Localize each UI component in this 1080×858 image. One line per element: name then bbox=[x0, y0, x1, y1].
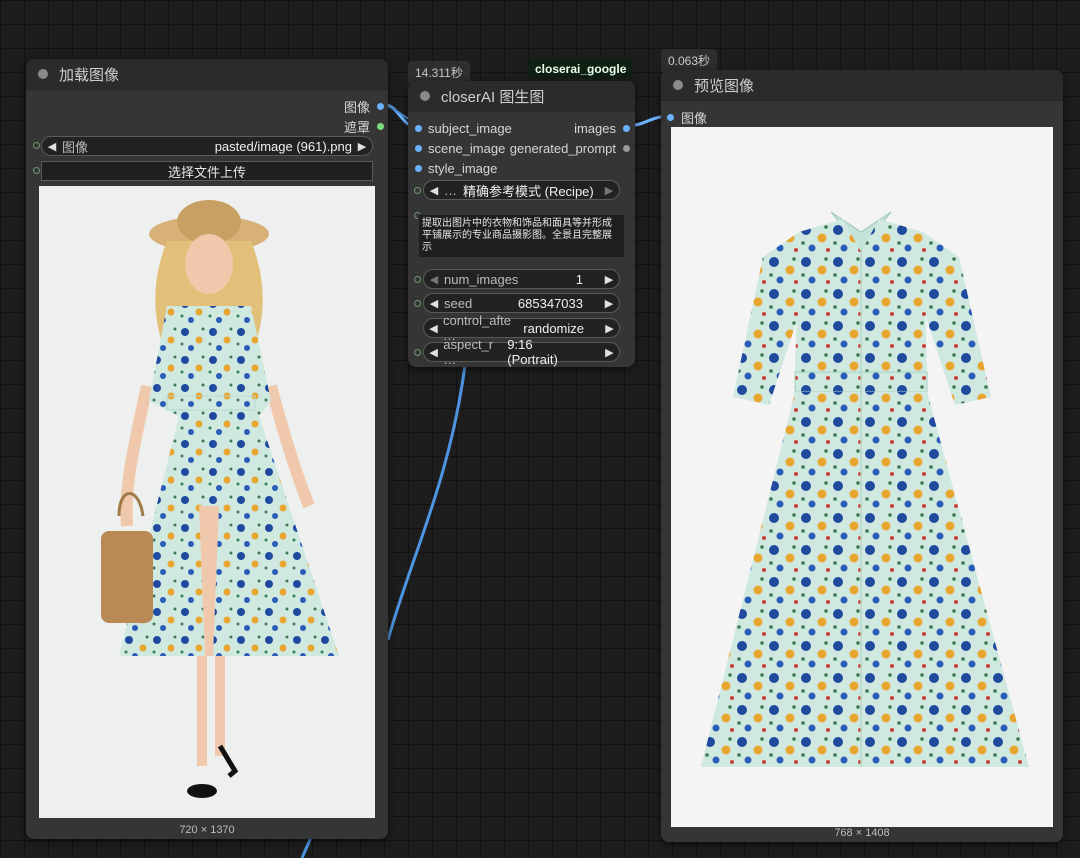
output-image-dot-icon[interactable] bbox=[377, 103, 384, 110]
loaded-image-preview bbox=[39, 186, 375, 818]
input-scene-image-label: scene_image bbox=[428, 141, 506, 156]
input-subject-image-label: subject_image bbox=[428, 121, 512, 136]
mode-value: 精确参考模式 (Recipe) bbox=[463, 183, 594, 199]
preview-image-node[interactable]: 预览图像 图像 768 × 1408 bbox=[661, 70, 1063, 842]
image-widget-input-dot-icon[interactable] bbox=[33, 142, 40, 149]
image-select-widget[interactable]: ◀ 图像 pasted/image (961).png ▶ bbox=[41, 136, 373, 156]
decrement-arrow-icon[interactable]: ◀ bbox=[424, 297, 444, 310]
seed-widget[interactable]: ◀ seed 685347033 ▶ bbox=[423, 293, 620, 313]
num-images-input-dot-icon[interactable] bbox=[414, 276, 421, 283]
output-prompt-label: generated_prompt bbox=[509, 141, 616, 156]
prev-arrow-icon[interactable]: ◀ bbox=[42, 140, 62, 153]
upload-button[interactable]: 选择文件上传 bbox=[41, 161, 373, 181]
next-arrow-icon[interactable]: ▶ bbox=[599, 184, 619, 197]
output-dot-icon[interactable] bbox=[623, 145, 630, 152]
num-images-value: 1 bbox=[575, 271, 583, 287]
num-images-label: num_images bbox=[444, 271, 519, 287]
output-prompt-slot[interactable]: generated_prompt bbox=[510, 141, 630, 156]
load-image-node[interactable]: 加载图像 图像 遮罩 ◀ 图像 pasted/image (961).png ▶… bbox=[26, 59, 388, 839]
aspect-ratio-value: 9:16 (Portrait) bbox=[507, 337, 558, 367]
upload-input-dot-icon[interactable] bbox=[33, 167, 40, 174]
closer-tag-badge: closerai_google bbox=[528, 59, 634, 79]
next-arrow-icon[interactable]: ▶ bbox=[352, 140, 372, 153]
input-dot-icon[interactable] bbox=[415, 125, 422, 132]
load-image-title: 加载图像 bbox=[59, 66, 120, 84]
input-style-image-label: style_image bbox=[428, 161, 498, 176]
image-select-value: pasted/image (961).png bbox=[214, 138, 352, 154]
prev-arrow-icon[interactable]: ◀ bbox=[424, 184, 444, 197]
aspect-input-dot-icon[interactable] bbox=[414, 349, 421, 356]
collapse-dot-icon[interactable] bbox=[420, 91, 430, 101]
seed-input-dot-icon[interactable] bbox=[414, 300, 421, 307]
closer-ai-title: closerAI 图生图 bbox=[441, 88, 545, 106]
output-dot-icon[interactable] bbox=[623, 125, 630, 132]
image-select-label: 图像 bbox=[62, 139, 89, 155]
preview-time-badge: 0.063秒 bbox=[661, 49, 718, 72]
decrement-arrow-icon[interactable]: ◀ bbox=[424, 273, 444, 286]
next-arrow-icon[interactable]: ▶ bbox=[600, 346, 619, 359]
next-arrow-icon[interactable]: ▶ bbox=[600, 322, 619, 335]
wire-external-1 bbox=[386, 364, 467, 641]
input-image-label: 图像 bbox=[681, 111, 708, 126]
mode-input-dot-icon[interactable] bbox=[414, 187, 421, 194]
input-dot-icon[interactable] bbox=[415, 165, 422, 172]
preview-image bbox=[671, 127, 1053, 827]
collapse-dot-icon[interactable] bbox=[38, 69, 48, 79]
output-images-slot[interactable]: images bbox=[574, 121, 630, 136]
prompt-textarea[interactable]: 提取出图片中的衣物和饰品和面具等并形成平铺展示的专业商品摄影图。全景且完整展示 bbox=[418, 214, 625, 258]
preview-image-dimensions: 768 × 1408 bbox=[834, 827, 890, 839]
input-style-image-slot[interactable]: style_image bbox=[415, 161, 497, 176]
seed-label: seed bbox=[444, 295, 473, 311]
flat-lay-dress-image bbox=[671, 127, 1053, 827]
input-dot-icon[interactable] bbox=[415, 145, 422, 152]
aspect-ratio-label: aspect_r … bbox=[443, 337, 494, 367]
output-image-slot[interactable]: 图像 bbox=[344, 97, 384, 116]
increment-arrow-icon[interactable]: ▶ bbox=[599, 297, 619, 310]
input-scene-image-slot[interactable]: scene_image bbox=[415, 141, 505, 156]
input-image-slot[interactable]: 图像 bbox=[667, 108, 707, 127]
input-subject-image-slot[interactable]: subject_image bbox=[415, 121, 512, 136]
input-dot-icon[interactable] bbox=[667, 114, 674, 121]
aspect-ratio-widget[interactable]: ◀ aspect_r … 9:16 (Portrait) ▶ bbox=[423, 337, 620, 367]
closer-ai-node[interactable]: closerAI 图生图 subject_image scene_image s… bbox=[408, 81, 635, 367]
collapse-dot-icon[interactable] bbox=[673, 80, 683, 90]
mode-label: … bbox=[444, 182, 457, 198]
preview-title-bar[interactable]: 预览图像 bbox=[661, 70, 1063, 101]
control-after-generate-widget[interactable]: ◀ control_afte … randomize ▶ bbox=[423, 313, 620, 343]
mode-select-widget[interactable]: ◀ … 精确参考模式 (Recipe) ▶ bbox=[423, 180, 620, 200]
prev-arrow-icon[interactable]: ◀ bbox=[424, 322, 443, 335]
loaded-image-dimensions: 720 × 1370 bbox=[179, 824, 235, 836]
model-wearing-dress-image bbox=[39, 186, 375, 818]
num-images-widget[interactable]: ◀ num_images 1 ▶ bbox=[423, 269, 620, 289]
load-image-title-bar[interactable]: 加载图像 bbox=[26, 59, 388, 90]
prev-arrow-icon[interactable]: ◀ bbox=[424, 346, 443, 359]
output-mask-label: 遮罩 bbox=[343, 120, 370, 135]
output-mask-dot-icon[interactable] bbox=[377, 123, 384, 130]
preview-title: 预览图像 bbox=[694, 77, 755, 95]
closer-ai-title-bar[interactable]: closerAI 图生图 bbox=[408, 81, 635, 112]
output-mask-slot[interactable]: 遮罩 bbox=[344, 117, 384, 136]
output-images-label: images bbox=[574, 121, 616, 136]
output-image-label: 图像 bbox=[343, 100, 370, 115]
control-after-generate-value: randomize bbox=[523, 320, 584, 336]
seed-value: 685347033 bbox=[517, 295, 583, 311]
increment-arrow-icon[interactable]: ▶ bbox=[599, 273, 619, 286]
